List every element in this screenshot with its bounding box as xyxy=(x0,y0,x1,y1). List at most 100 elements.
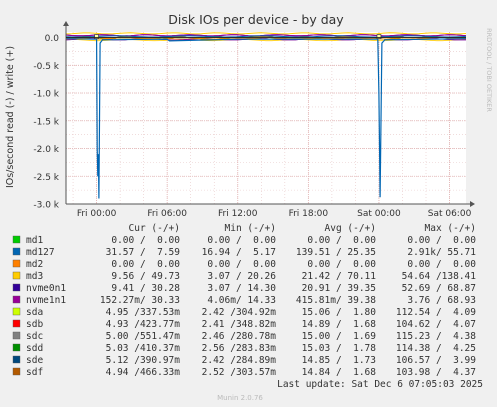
legend-swatch xyxy=(12,271,21,280)
legend-value: 9.56 / 49.73 xyxy=(111,271,180,282)
y-tick-label: -1.5 k xyxy=(33,117,59,127)
legend-series-name: sdd xyxy=(26,343,43,354)
event-marker xyxy=(94,34,99,39)
legend-swatch xyxy=(12,283,21,292)
legend-value: 0.00 / 0.00 xyxy=(207,235,276,246)
x-tick-label: Fri 06:00 xyxy=(147,209,187,219)
legend-swatch xyxy=(12,235,21,244)
legend-value: 152.27m/ 30.33 xyxy=(100,295,180,306)
legend-value: 15.03 / 1.78 xyxy=(302,343,377,354)
legend-swatch xyxy=(12,367,21,376)
legend-swatch xyxy=(12,319,21,328)
y-axis-arrow xyxy=(63,21,69,26)
legend-value: 415.81m/ 39.38 xyxy=(296,295,376,306)
legend-swatch xyxy=(12,247,21,256)
x-tick-label: Fri 00:00 xyxy=(77,209,117,219)
legend-value: 103.98 / 4.37 xyxy=(396,367,476,378)
legend-header: Min (-/+) xyxy=(225,223,276,234)
legend-value: 2.56 /283.83m xyxy=(202,343,277,354)
legend-value: 31.57 / 7.59 xyxy=(106,247,181,258)
legend-series-name: sdf xyxy=(26,367,43,378)
munin-version: Munin 2.0.76 xyxy=(217,394,263,402)
legend-value: 0.00 / 0.00 xyxy=(207,259,276,270)
legend-header: Max (-/+) xyxy=(425,223,476,234)
legend-value: 4.93 /423.77m xyxy=(106,319,181,330)
legend-value: 15.06 / 1.80 xyxy=(302,307,377,318)
legend-value: 3.07 / 14.30 xyxy=(207,283,276,294)
legend-value: 4.06m/ 14.33 xyxy=(207,295,276,306)
legend-value: 16.94 / 5.17 xyxy=(202,247,276,258)
legend-value: 0.00 / 0.00 xyxy=(407,235,476,246)
legend-value: 114.38 / 4.25 xyxy=(396,343,476,354)
legend-swatch xyxy=(12,355,21,364)
legend-value: 5.03 /410.37m xyxy=(106,343,181,354)
legend-value: 2.52 /303.57m xyxy=(202,367,277,378)
legend-value: 2.42 /284.89m xyxy=(202,355,277,366)
event-marker xyxy=(376,34,382,39)
y-tick-label: -2.5 k xyxy=(33,173,59,183)
legend-value: 3.07 / 20.26 xyxy=(207,271,276,282)
last-update: Last update: Sat Dec 6 07:05:03 2025 xyxy=(277,379,483,390)
legend-value: 15.00 / 1.69 xyxy=(302,331,377,342)
y-tick-label: -3.0 k xyxy=(33,201,59,211)
legend-series-name: sde xyxy=(26,355,43,366)
legend-value: 5.00 /551.47m xyxy=(106,331,181,342)
legend-value: 0.00 / 0.00 xyxy=(307,259,376,270)
legend-swatch xyxy=(12,307,21,316)
side-watermark: RRDTOOL / TOBI OETIKER xyxy=(485,28,493,112)
legend-value: 0.00 / 0.00 xyxy=(407,259,476,270)
legend-header: Avg (-/+) xyxy=(325,223,376,234)
legend-series-name: sdc xyxy=(26,331,43,342)
legend-value: 2.41 /348.82m xyxy=(202,319,277,330)
legend-series-name: md2 xyxy=(26,259,43,270)
legend-swatch xyxy=(12,295,21,304)
legend-value: 112.54 / 4.09 xyxy=(396,307,476,318)
chart: Disk IOs per device - by day IOs/second … xyxy=(5,12,493,402)
legend-value: 14.85 / 1.73 xyxy=(302,355,376,366)
legend-value: 0.00 / 0.00 xyxy=(111,235,180,246)
x-tick-label: Fri 12:00 xyxy=(218,209,258,219)
legend-value: 5.12 /390.97m xyxy=(106,355,181,366)
legend-swatch xyxy=(12,343,21,352)
legend-series-name: nvme0n1 xyxy=(26,283,66,294)
legend-value: 14.89 / 1.68 xyxy=(302,319,377,330)
legend-value: 104.62 / 4.07 xyxy=(396,319,476,330)
y-tick-label: -1.0 k xyxy=(33,90,59,100)
legend-series-name: md127 xyxy=(26,247,55,258)
legend-value: 4.95 /337.53m xyxy=(106,307,181,318)
x-axis-arrow xyxy=(470,201,475,207)
plot-area xyxy=(66,32,466,204)
legend-value: 14.84 / 1.68 xyxy=(302,367,377,378)
y-axis-label: IOs/second read (-) / write (+) xyxy=(5,46,16,188)
chart-title: Disk IOs per device - by day xyxy=(168,12,344,27)
x-tick-label: Sat 00:00 xyxy=(357,209,401,219)
y-tick-label: -0.5 k xyxy=(33,62,59,72)
legend-value: 20.91 / 39.35 xyxy=(302,283,376,294)
legend-value: 9.41 / 30.28 xyxy=(111,283,180,294)
legend-value: 4.94 /466.33m xyxy=(106,367,181,378)
x-tick-label: Sat 06:00 xyxy=(428,209,472,219)
legend-value: 2.91k/ 55.71 xyxy=(407,247,476,258)
legend-value: 115.23 / 4.38 xyxy=(396,331,476,342)
legend-swatch xyxy=(12,259,21,268)
legend-value: 139.51 / 25.35 xyxy=(296,247,376,258)
y-tick-label: -2.0 k xyxy=(33,145,59,155)
legend-value: 0.00 / 0.00 xyxy=(111,259,180,270)
legend-series-name: sdb xyxy=(26,319,43,330)
legend-swatch xyxy=(12,331,21,340)
legend-series-name: md3 xyxy=(26,271,43,282)
legend-value: 54.64 /138.41 xyxy=(402,271,477,282)
legend-series-name: nvme1n1 xyxy=(26,295,66,306)
legend-series-name: md1 xyxy=(26,235,43,246)
legend-series-name: sda xyxy=(26,307,43,318)
x-tick-label: Fri 18:00 xyxy=(289,209,329,219)
y-tick-label: 0.0 xyxy=(45,34,60,44)
legend-value: 0.00 / 0.00 xyxy=(307,235,376,246)
legend-header: Cur (-/+) xyxy=(129,223,180,234)
legend-value: 52.69 / 68.87 xyxy=(402,283,476,294)
legend-value: 106.57 / 3.99 xyxy=(396,355,476,366)
legend-value: 3.76 / 68.93 xyxy=(407,295,476,306)
legend-value: 21.42 / 70.11 xyxy=(302,271,377,282)
legend-value: 2.46 /280.78m xyxy=(202,331,277,342)
legend-value: 2.42 /304.92m xyxy=(202,307,277,318)
